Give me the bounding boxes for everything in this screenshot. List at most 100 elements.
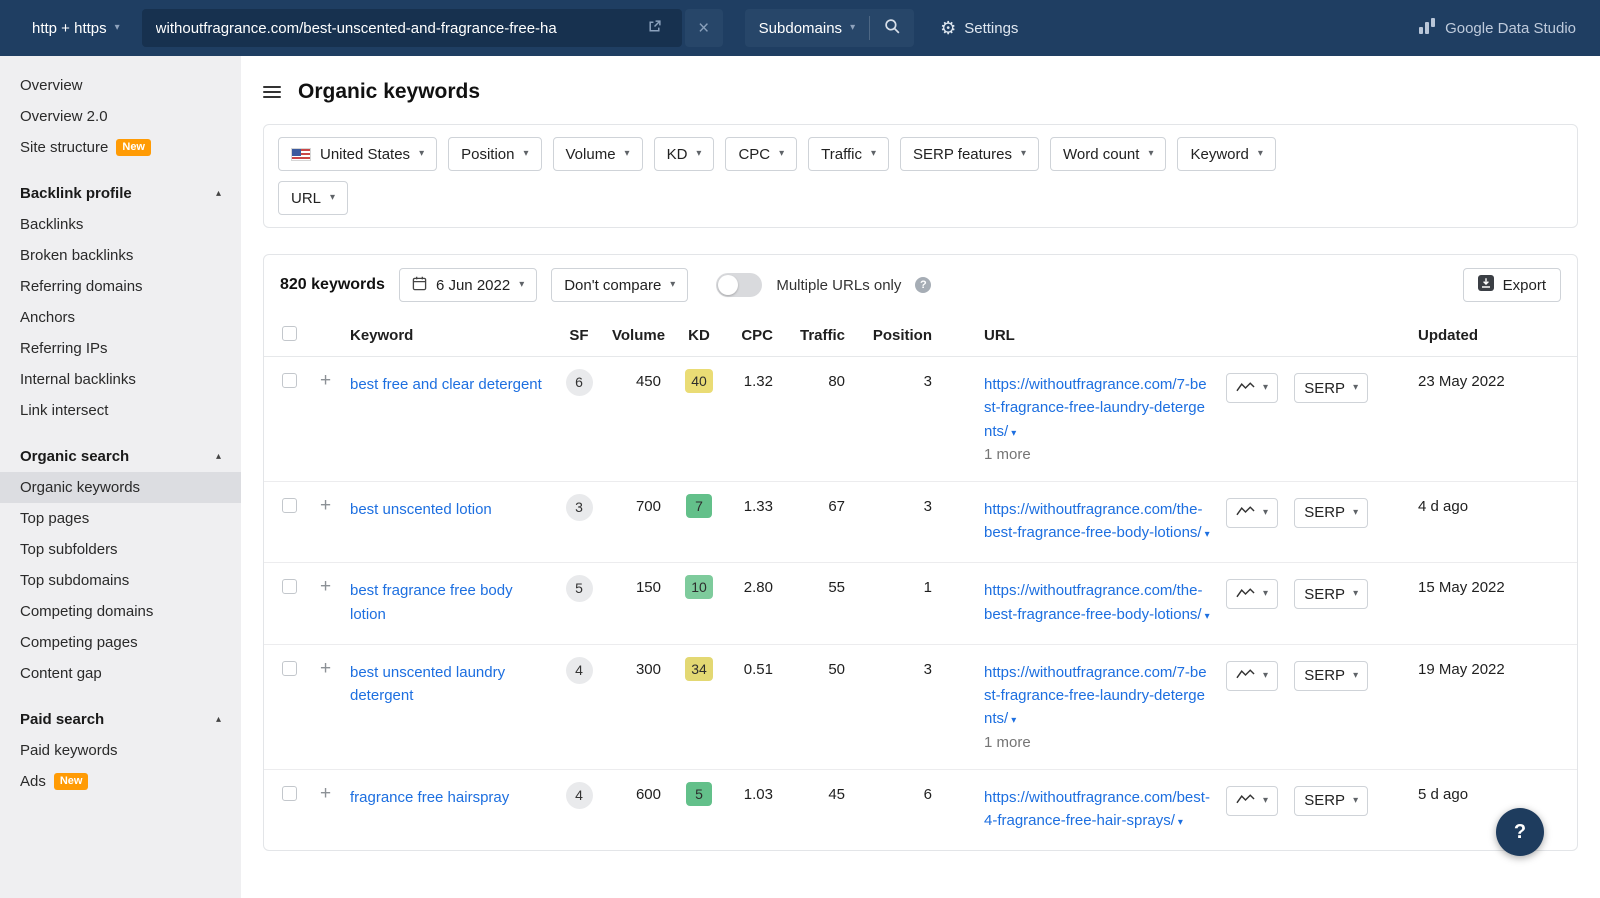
close-icon: × [698,17,710,39]
position-history-button[interactable]: ▾ [1226,497,1279,528]
filter-country[interactable]: United States ▾ [278,137,438,171]
filter-position[interactable]: Position ▾ [448,137,542,171]
sidebar-item-referring-ips[interactable]: Referring IPs [0,333,241,364]
open-url-button[interactable] [638,9,672,47]
sidebar-section-backlink-profile[interactable]: Backlink profile ▴ [0,176,241,209]
keywords-table-panel: 820 keywords 6 Jun 2022 ▾ Don't compare … [263,254,1578,851]
select-all-checkbox[interactable] [282,326,297,341]
add-keyword-icon[interactable]: + [320,495,331,516]
compare-dropdown[interactable]: Don't compare ▾ [551,268,689,302]
sidebar-item-anchors[interactable]: Anchors [0,302,241,333]
filter-word-count[interactable]: Word count ▾ [1050,137,1167,171]
sidebar-item-internal-backlinks[interactable]: Internal backlinks [0,364,241,395]
sidebar-item-competing-pages[interactable]: Competing pages [0,627,241,658]
sidebar-item-top-pages[interactable]: Top pages [0,503,241,534]
search-button[interactable] [870,9,914,47]
url-link[interactable]: https://withoutfragrance.com/the-best-fr… [984,501,1202,541]
traffic-value: 55 [781,562,853,645]
url-link[interactable]: https://withoutfragrance.com/7-best-frag… [984,664,1207,728]
table-row: + best unscented laundry detergent 4 300… [264,644,1577,770]
keyword-link[interactable]: best free and clear detergent [350,376,542,393]
sidebar-item-site-structure[interactable]: Site structure New [0,132,241,163]
keywords-table: Keyword SF Volume KD CPC Traffic Positio… [264,315,1577,850]
url-dropdown-icon[interactable]: ▾ [1205,611,1210,622]
keyword-link[interactable]: best unscented laundry detergent [350,664,505,704]
chevron-down-icon: ▾ [850,22,856,33]
position-history-button[interactable]: ▾ [1226,373,1279,403]
url-dropdown-icon[interactable]: ▾ [1011,715,1016,726]
serp-button[interactable]: SERP ▾ [1294,373,1369,403]
row-checkbox[interactable] [282,497,297,513]
export-button[interactable]: Export [1462,268,1561,302]
row-checkbox[interactable] [282,785,297,801]
protocol-dropdown[interactable]: http + https ▾ [24,9,132,47]
position-value: 3 [853,356,940,482]
sidebar-item-referring-domains[interactable]: Referring domains [0,271,241,302]
add-keyword-icon[interactable]: + [320,576,331,597]
url-dropdown-icon[interactable]: ▾ [1178,817,1183,828]
sidebar-item-top-subdomains[interactable]: Top subdomains [0,565,241,596]
sidebar-section-paid-search[interactable]: Paid search ▴ [0,702,241,735]
serp-button[interactable]: SERP ▾ [1294,497,1369,528]
add-keyword-icon[interactable]: + [320,370,331,391]
url-link[interactable]: https://withoutfragrance.com/7-best-frag… [984,376,1207,440]
keyword-link[interactable]: best fragrance free body lotion [350,582,513,622]
url-dropdown-icon[interactable]: ▾ [1205,529,1210,540]
row-checkbox[interactable] [282,373,297,388]
us-flag-icon [291,147,311,161]
keyword-link[interactable]: fragrance free hairspray [350,789,509,806]
url-more-link[interactable]: 1 more [984,734,1210,751]
sidebar-item-broken-backlinks[interactable]: Broken backlinks [0,240,241,271]
clear-url-button[interactable]: × [684,9,723,47]
filter-serp-features[interactable]: SERP features ▾ [900,137,1040,171]
sidebar-item-top-subfolders[interactable]: Top subfolders [0,534,241,565]
sidebar-item-backlinks[interactable]: Backlinks [0,209,241,240]
url-more-link[interactable]: 1 more [984,446,1210,463]
settings-button[interactable]: ⚙ Settings [940,18,1018,39]
position-history-button[interactable]: ▾ [1226,785,1279,816]
filter-cpc[interactable]: CPC ▾ [725,137,798,171]
row-checkbox[interactable] [282,660,297,676]
filter-kd[interactable]: KD ▾ [653,137,715,171]
sidebar-item-overview[interactable]: Overview [0,70,241,101]
help-icon[interactable]: ? [915,277,932,293]
menu-icon[interactable] [263,84,281,100]
serp-button[interactable]: SERP ▾ [1294,660,1369,691]
serp-button[interactable]: SERP ▾ [1294,579,1369,610]
url-dropdown-icon[interactable]: ▾ [1011,428,1016,439]
filters-panel: United States ▾ Position ▾ Volume ▾ KD ▾ CP… [263,124,1578,228]
multiple-urls-label: Multiple URLs only [776,276,902,294]
help-fab-button[interactable]: ? [1496,808,1544,856]
sidebar-item-link-intersect[interactable]: Link intersect [0,395,241,426]
multiple-urls-toggle[interactable] [716,273,763,297]
sidebar-item-paid-keywords[interactable]: Paid keywords [0,735,241,766]
position-history-button[interactable]: ▾ [1226,660,1279,691]
url-link[interactable]: https://withoutfragrance.com/best-4-frag… [984,789,1210,829]
add-keyword-icon[interactable]: + [320,658,331,679]
url-link[interactable]: https://withoutfragrance.com/the-best-fr… [984,582,1202,622]
sidebar-section-organic-search[interactable]: Organic search ▴ [0,439,241,472]
google-data-studio-link[interactable]: Google Data Studio [1418,17,1576,39]
sidebar-item-competing-domains[interactable]: Competing domains [0,596,241,627]
filter-url[interactable]: URL ▾ [278,181,349,215]
filter-traffic[interactable]: Traffic ▾ [808,137,890,171]
add-keyword-icon[interactable]: + [320,783,331,804]
chevron-up-icon: ▴ [215,451,221,463]
scope-dropdown[interactable]: Subdomains ▾ [745,9,869,47]
target-url-input[interactable]: withoutfragrance.com/best-unscented-and-… [141,9,682,47]
date-picker-button[interactable]: 6 Jun 2022 ▾ [398,268,538,302]
sidebar: Overview Overview 2.0 Site structure New… [0,56,241,898]
export-icon [1477,275,1494,295]
filter-volume[interactable]: Volume ▾ [552,137,643,171]
chevron-down-icon: ▾ [330,192,336,203]
chevron-down-icon: ▾ [670,279,676,290]
keyword-link[interactable]: best unscented lotion [350,501,492,518]
sidebar-item-organic-keywords[interactable]: Organic keywords [0,472,241,504]
filter-keyword[interactable]: Keyword ▾ [1177,137,1276,171]
sidebar-item-content-gap[interactable]: Content gap [0,658,241,689]
serp-button[interactable]: SERP ▾ [1294,785,1369,816]
sidebar-item-overview-2[interactable]: Overview 2.0 [0,101,241,132]
position-history-button[interactable]: ▾ [1226,579,1279,610]
row-checkbox[interactable] [282,579,297,595]
sidebar-item-ads[interactable]: Ads New [0,766,241,797]
